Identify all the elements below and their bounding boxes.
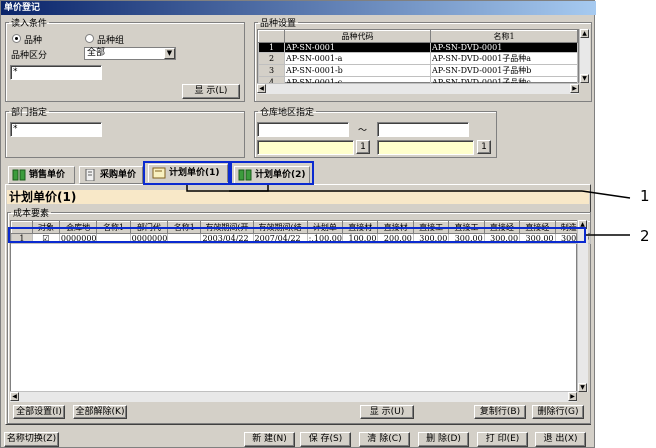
callout-2: 2 <box>640 227 650 245</box>
callout-lines <box>186 185 631 236</box>
callout-1: 1 <box>640 187 650 205</box>
